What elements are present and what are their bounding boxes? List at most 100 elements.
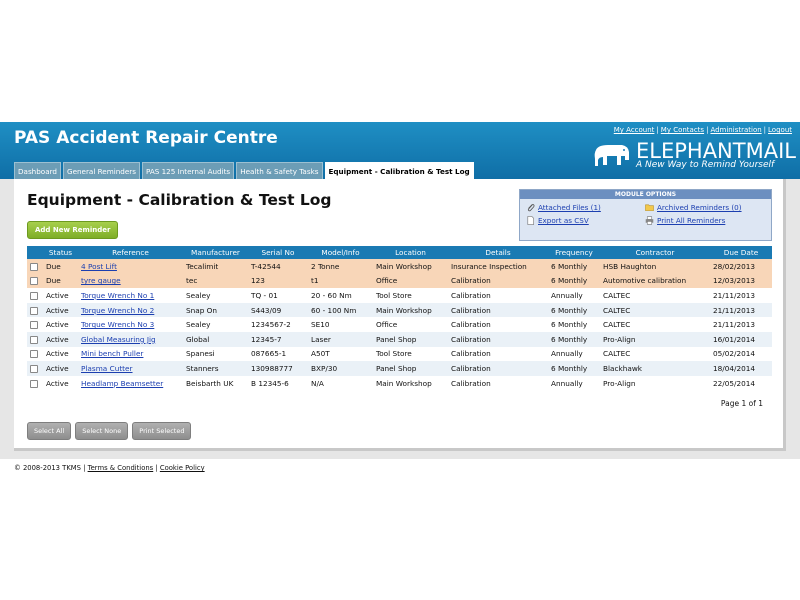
administration-link[interactable]: Administration (710, 126, 761, 134)
row-checkbox[interactable] (30, 262, 38, 271)
col-select (27, 246, 43, 259)
cell-details: Calibration (448, 346, 548, 362)
tab-health-safety-tasks[interactable]: Health & Safety Tasks (236, 162, 323, 179)
cell-status: Active (43, 346, 78, 362)
select-none-button[interactable]: Select None (75, 422, 129, 440)
row-select-cell (27, 317, 43, 332)
cell-model: BXP/30 (308, 361, 373, 376)
cell-manufacturer: tec (183, 273, 248, 289)
col-contractor[interactable]: Contractor (600, 246, 710, 259)
cell-status: Due (43, 259, 78, 274)
row-select-cell (27, 375, 43, 391)
terms-conditions-link[interactable]: Terms & Conditions (88, 464, 154, 472)
my-account-link[interactable]: My Account (614, 126, 655, 134)
reference-link[interactable]: Mini bench Puller (81, 349, 143, 358)
reference-link[interactable]: Torque Wrench No 3 (81, 320, 154, 329)
reference-link[interactable]: Plasma Cutter (81, 364, 133, 373)
row-checkbox[interactable] (30, 277, 38, 286)
table-row[interactable]: Active Torque Wrench No 3 Sealey 1234567-2 S… (27, 317, 772, 332)
col-model-info[interactable]: Model/Info (308, 246, 373, 259)
table-row[interactable]: Active Headlamp Beamsetter Beisbarth UK B 1… (27, 375, 772, 391)
document-icon (527, 216, 534, 225)
copyright-text: © 2008-2013 TKMS (14, 464, 81, 472)
table-row[interactable]: Due 4 Post Lift Tecalimit T-42544 2 Tonne Mai… (27, 259, 772, 274)
print-all-reminders-link[interactable]: Print All Reminders (645, 216, 765, 225)
my-contacts-link[interactable]: My Contacts (661, 126, 704, 134)
cell-contractor: Blackhawk (600, 361, 710, 376)
main-tabs: Dashboard General Reminders PAS 125 Inte… (14, 162, 474, 179)
table-row[interactable]: Active Torque Wrench No 2 Snap On S443/09 60… (27, 302, 772, 318)
pager: Page 1 of 1 (720, 399, 763, 408)
cell-frequency: 6 Monthly (548, 317, 600, 332)
tab-general-reminders[interactable]: General Reminders (63, 162, 140, 179)
cell-details: Calibration (448, 375, 548, 391)
cell-manufacturer: Global (183, 331, 248, 347)
reference-link[interactable]: Torque Wrench No 1 (81, 291, 154, 300)
print-selected-button[interactable]: Print Selected (132, 422, 192, 440)
cell-contractor: Pro-Align (600, 375, 710, 391)
reference-link[interactable]: Global Measuring Jig (81, 335, 156, 344)
col-reference[interactable]: Reference (78, 246, 183, 259)
cell-manufacturer: Sealey (183, 317, 248, 332)
select-all-button[interactable]: Select All (27, 422, 72, 440)
reference-link[interactable]: Headlamp Beamsetter (81, 379, 163, 388)
tab-pas-125-internal-audits[interactable]: PAS 125 Internal Audits (141, 162, 235, 179)
reference-link[interactable]: 4 Post Lift (81, 262, 117, 271)
cell-serial: 1234567-2 (248, 317, 308, 332)
col-location[interactable]: Location (373, 246, 448, 259)
reference-link[interactable]: tyre gauge (81, 276, 121, 285)
cell-details: Calibration (448, 273, 548, 289)
reference-link[interactable]: Torque Wrench No 2 (81, 306, 154, 315)
app-header: PAS Accident Repair Centre My Account | My… (0, 122, 800, 179)
cell-location: Panel Shop (373, 361, 448, 376)
table-row[interactable]: Active Torque Wrench No 1 Sealey TQ - 01 20 … (27, 288, 772, 303)
row-checkbox[interactable] (30, 350, 38, 359)
account-links: My Account | My Contacts | Administration | Lo… (613, 126, 792, 134)
cell-manufacturer: Tecalimit (183, 259, 248, 274)
cell-status: Active (43, 288, 78, 303)
col-details[interactable]: Details (448, 246, 548, 259)
module-options-heading: MODULE OPTIONS (520, 190, 771, 199)
tab-dashboard[interactable]: Dashboard (14, 162, 61, 179)
cell-contractor: HSB Haughton (600, 259, 710, 274)
cell-due-date: 12/03/2013 (710, 273, 772, 289)
col-serial-no[interactable]: Serial No (248, 246, 308, 259)
table-row[interactable]: Active Plasma Cutter Stanners 130988777 BXP/… (27, 361, 772, 376)
cell-frequency: 6 Monthly (548, 331, 600, 347)
col-due-date[interactable]: Due Date (710, 246, 772, 259)
row-checkbox[interactable] (30, 379, 38, 388)
table-row[interactable]: Due tyre gauge tec 123 t1 Office Calibration 6 … (27, 273, 772, 289)
row-select-cell (27, 302, 43, 318)
cell-reference: Mini bench Puller (78, 346, 183, 362)
cell-status: Active (43, 331, 78, 347)
cell-manufacturer: Snap On (183, 302, 248, 318)
tab-equipment-calibration[interactable]: Equipment - Calibration & Test Log (324, 162, 474, 179)
col-frequency[interactable]: Frequency (548, 246, 600, 259)
cell-manufacturer: Beisbarth UK (183, 375, 248, 391)
cell-details: Calibration (448, 361, 548, 376)
cell-model: N/A (308, 375, 373, 391)
row-checkbox[interactable] (30, 321, 38, 330)
add-new-reminder-button[interactable]: Add New Reminder (27, 221, 119, 239)
cell-frequency: 6 Monthly (548, 259, 600, 274)
cookie-policy-link[interactable]: Cookie Policy (160, 464, 205, 472)
cell-status: Active (43, 302, 78, 318)
col-manufacturer[interactable]: Manufacturer (183, 246, 248, 259)
table-row[interactable]: Active Mini bench Puller Spanesi 087665-1 A5… (27, 346, 772, 362)
logo-tagline: A New Way to Remind Yourself (636, 160, 775, 170)
cell-status: Active (43, 361, 78, 376)
row-checkbox[interactable] (30, 306, 38, 315)
attached-files-link[interactable]: Attached Files (1) (526, 203, 645, 212)
row-checkbox[interactable] (30, 364, 38, 373)
archived-reminders-link[interactable]: Archived Reminders (0) (645, 203, 765, 212)
cell-location: Main Workshop (373, 375, 448, 391)
cell-location: Tool Store (373, 346, 448, 362)
col-status[interactable]: Status (43, 246, 78, 259)
cell-due-date: 18/04/2014 (710, 361, 772, 376)
row-checkbox[interactable] (30, 335, 38, 344)
row-checkbox[interactable] (30, 291, 38, 300)
table-row[interactable]: Active Global Measuring Jig Global 12345-7 L… (27, 331, 772, 347)
top-blank-area (0, 0, 800, 122)
logout-link[interactable]: Logout (768, 126, 792, 134)
export-csv-link[interactable]: Export as CSV (526, 216, 645, 225)
